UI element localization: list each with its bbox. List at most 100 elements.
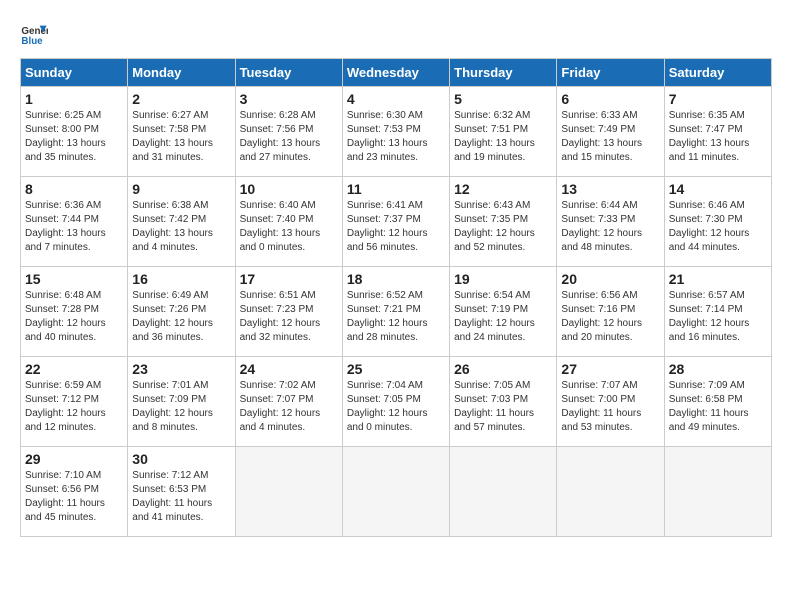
- day-info: Sunrise: 7:07 AMSunset: 7:00 PMDaylight:…: [561, 380, 641, 433]
- day-number: 30: [132, 451, 230, 467]
- day-info: Sunrise: 6:48 AMSunset: 7:28 PMDaylight:…: [25, 290, 106, 343]
- calendar-cell: 8 Sunrise: 6:36 AMSunset: 7:44 PMDayligh…: [21, 177, 128, 267]
- calendar-cell: [342, 447, 449, 537]
- calendar-cell: 2 Sunrise: 6:27 AMSunset: 7:58 PMDayligh…: [128, 87, 235, 177]
- day-info: Sunrise: 6:51 AMSunset: 7:23 PMDaylight:…: [240, 290, 321, 343]
- weekday-header-sunday: Sunday: [21, 59, 128, 87]
- calendar-cell: 12 Sunrise: 6:43 AMSunset: 7:35 PMDaylig…: [450, 177, 557, 267]
- calendar-cell: 1 Sunrise: 6:25 AMSunset: 8:00 PMDayligh…: [21, 87, 128, 177]
- day-info: Sunrise: 7:02 AMSunset: 7:07 PMDaylight:…: [240, 380, 321, 433]
- calendar-cell: [664, 447, 771, 537]
- calendar-cell: 11 Sunrise: 6:41 AMSunset: 7:37 PMDaylig…: [342, 177, 449, 267]
- day-number: 5: [454, 91, 552, 107]
- day-number: 27: [561, 361, 659, 377]
- day-info: Sunrise: 6:35 AMSunset: 7:47 PMDaylight:…: [669, 110, 750, 163]
- calendar-body: 1 Sunrise: 6:25 AMSunset: 8:00 PMDayligh…: [21, 87, 772, 537]
- calendar-cell: 28 Sunrise: 7:09 AMSunset: 6:58 PMDaylig…: [664, 357, 771, 447]
- calendar-cell: 4 Sunrise: 6:30 AMSunset: 7:53 PMDayligh…: [342, 87, 449, 177]
- calendar-cell: 24 Sunrise: 7:02 AMSunset: 7:07 PMDaylig…: [235, 357, 342, 447]
- day-number: 28: [669, 361, 767, 377]
- calendar-cell: 30 Sunrise: 7:12 AMSunset: 6:53 PMDaylig…: [128, 447, 235, 537]
- calendar-week-2: 8 Sunrise: 6:36 AMSunset: 7:44 PMDayligh…: [21, 177, 772, 267]
- day-number: 23: [132, 361, 230, 377]
- calendar-cell: 7 Sunrise: 6:35 AMSunset: 7:47 PMDayligh…: [664, 87, 771, 177]
- day-info: Sunrise: 6:27 AMSunset: 7:58 PMDaylight:…: [132, 110, 213, 163]
- day-info: Sunrise: 6:30 AMSunset: 7:53 PMDaylight:…: [347, 110, 428, 163]
- day-info: Sunrise: 6:40 AMSunset: 7:40 PMDaylight:…: [240, 200, 321, 253]
- calendar-cell: 26 Sunrise: 7:05 AMSunset: 7:03 PMDaylig…: [450, 357, 557, 447]
- weekday-header-wednesday: Wednesday: [342, 59, 449, 87]
- calendar-table: SundayMondayTuesdayWednesdayThursdayFrid…: [20, 58, 772, 537]
- day-number: 11: [347, 181, 445, 197]
- day-info: Sunrise: 6:52 AMSunset: 7:21 PMDaylight:…: [347, 290, 428, 343]
- calendar-cell: 16 Sunrise: 6:49 AMSunset: 7:26 PMDaylig…: [128, 267, 235, 357]
- day-number: 9: [132, 181, 230, 197]
- day-number: 26: [454, 361, 552, 377]
- day-number: 17: [240, 271, 338, 287]
- day-number: 18: [347, 271, 445, 287]
- svg-text:Blue: Blue: [21, 36, 43, 47]
- logo-icon: General Blue: [20, 20, 48, 48]
- day-number: 29: [25, 451, 123, 467]
- calendar-cell: 23 Sunrise: 7:01 AMSunset: 7:09 PMDaylig…: [128, 357, 235, 447]
- calendar-cell: [450, 447, 557, 537]
- day-number: 10: [240, 181, 338, 197]
- day-info: Sunrise: 6:28 AMSunset: 7:56 PMDaylight:…: [240, 110, 321, 163]
- day-number: 4: [347, 91, 445, 107]
- day-number: 7: [669, 91, 767, 107]
- calendar-cell: 29 Sunrise: 7:10 AMSunset: 6:56 PMDaylig…: [21, 447, 128, 537]
- day-info: Sunrise: 6:36 AMSunset: 7:44 PMDaylight:…: [25, 200, 106, 253]
- calendar-cell: 19 Sunrise: 6:54 AMSunset: 7:19 PMDaylig…: [450, 267, 557, 357]
- day-info: Sunrise: 6:44 AMSunset: 7:33 PMDaylight:…: [561, 200, 642, 253]
- calendar-cell: 10 Sunrise: 6:40 AMSunset: 7:40 PMDaylig…: [235, 177, 342, 267]
- day-number: 2: [132, 91, 230, 107]
- calendar-cell: 17 Sunrise: 6:51 AMSunset: 7:23 PMDaylig…: [235, 267, 342, 357]
- calendar-header-row: SundayMondayTuesdayWednesdayThursdayFrid…: [21, 59, 772, 87]
- weekday-header-saturday: Saturday: [664, 59, 771, 87]
- calendar-cell: 21 Sunrise: 6:57 AMSunset: 7:14 PMDaylig…: [664, 267, 771, 357]
- day-info: Sunrise: 6:43 AMSunset: 7:35 PMDaylight:…: [454, 200, 535, 253]
- calendar-cell: 25 Sunrise: 7:04 AMSunset: 7:05 PMDaylig…: [342, 357, 449, 447]
- day-info: Sunrise: 7:09 AMSunset: 6:58 PMDaylight:…: [669, 380, 749, 433]
- day-info: Sunrise: 6:25 AMSunset: 8:00 PMDaylight:…: [25, 110, 106, 163]
- day-number: 8: [25, 181, 123, 197]
- calendar-cell: 27 Sunrise: 7:07 AMSunset: 7:00 PMDaylig…: [557, 357, 664, 447]
- day-info: Sunrise: 6:49 AMSunset: 7:26 PMDaylight:…: [132, 290, 213, 343]
- day-number: 13: [561, 181, 659, 197]
- weekday-header-thursday: Thursday: [450, 59, 557, 87]
- day-info: Sunrise: 7:05 AMSunset: 7:03 PMDaylight:…: [454, 380, 534, 433]
- day-info: Sunrise: 7:12 AMSunset: 6:53 PMDaylight:…: [132, 470, 212, 523]
- day-number: 19: [454, 271, 552, 287]
- calendar-week-1: 1 Sunrise: 6:25 AMSunset: 8:00 PMDayligh…: [21, 87, 772, 177]
- day-info: Sunrise: 6:32 AMSunset: 7:51 PMDaylight:…: [454, 110, 535, 163]
- day-info: Sunrise: 6:59 AMSunset: 7:12 PMDaylight:…: [25, 380, 106, 433]
- calendar-week-4: 22 Sunrise: 6:59 AMSunset: 7:12 PMDaylig…: [21, 357, 772, 447]
- day-number: 12: [454, 181, 552, 197]
- calendar-cell: 6 Sunrise: 6:33 AMSunset: 7:49 PMDayligh…: [557, 87, 664, 177]
- calendar-cell: 5 Sunrise: 6:32 AMSunset: 7:51 PMDayligh…: [450, 87, 557, 177]
- day-info: Sunrise: 7:10 AMSunset: 6:56 PMDaylight:…: [25, 470, 105, 523]
- day-number: 3: [240, 91, 338, 107]
- calendar-cell: [235, 447, 342, 537]
- calendar-cell: 3 Sunrise: 6:28 AMSunset: 7:56 PMDayligh…: [235, 87, 342, 177]
- day-number: 1: [25, 91, 123, 107]
- calendar-cell: 14 Sunrise: 6:46 AMSunset: 7:30 PMDaylig…: [664, 177, 771, 267]
- calendar-cell: 22 Sunrise: 6:59 AMSunset: 7:12 PMDaylig…: [21, 357, 128, 447]
- day-info: Sunrise: 7:04 AMSunset: 7:05 PMDaylight:…: [347, 380, 428, 433]
- day-info: Sunrise: 6:54 AMSunset: 7:19 PMDaylight:…: [454, 290, 535, 343]
- day-number: 24: [240, 361, 338, 377]
- calendar-week-3: 15 Sunrise: 6:48 AMSunset: 7:28 PMDaylig…: [21, 267, 772, 357]
- weekday-header-tuesday: Tuesday: [235, 59, 342, 87]
- logo: General Blue: [20, 20, 52, 48]
- day-info: Sunrise: 6:38 AMSunset: 7:42 PMDaylight:…: [132, 200, 213, 253]
- day-number: 21: [669, 271, 767, 287]
- day-info: Sunrise: 6:56 AMSunset: 7:16 PMDaylight:…: [561, 290, 642, 343]
- day-number: 20: [561, 271, 659, 287]
- day-info: Sunrise: 6:33 AMSunset: 7:49 PMDaylight:…: [561, 110, 642, 163]
- calendar-cell: 15 Sunrise: 6:48 AMSunset: 7:28 PMDaylig…: [21, 267, 128, 357]
- weekday-header-monday: Monday: [128, 59, 235, 87]
- calendar-cell: 13 Sunrise: 6:44 AMSunset: 7:33 PMDaylig…: [557, 177, 664, 267]
- calendar-cell: 20 Sunrise: 6:56 AMSunset: 7:16 PMDaylig…: [557, 267, 664, 357]
- day-number: 16: [132, 271, 230, 287]
- day-info: Sunrise: 7:01 AMSunset: 7:09 PMDaylight:…: [132, 380, 213, 433]
